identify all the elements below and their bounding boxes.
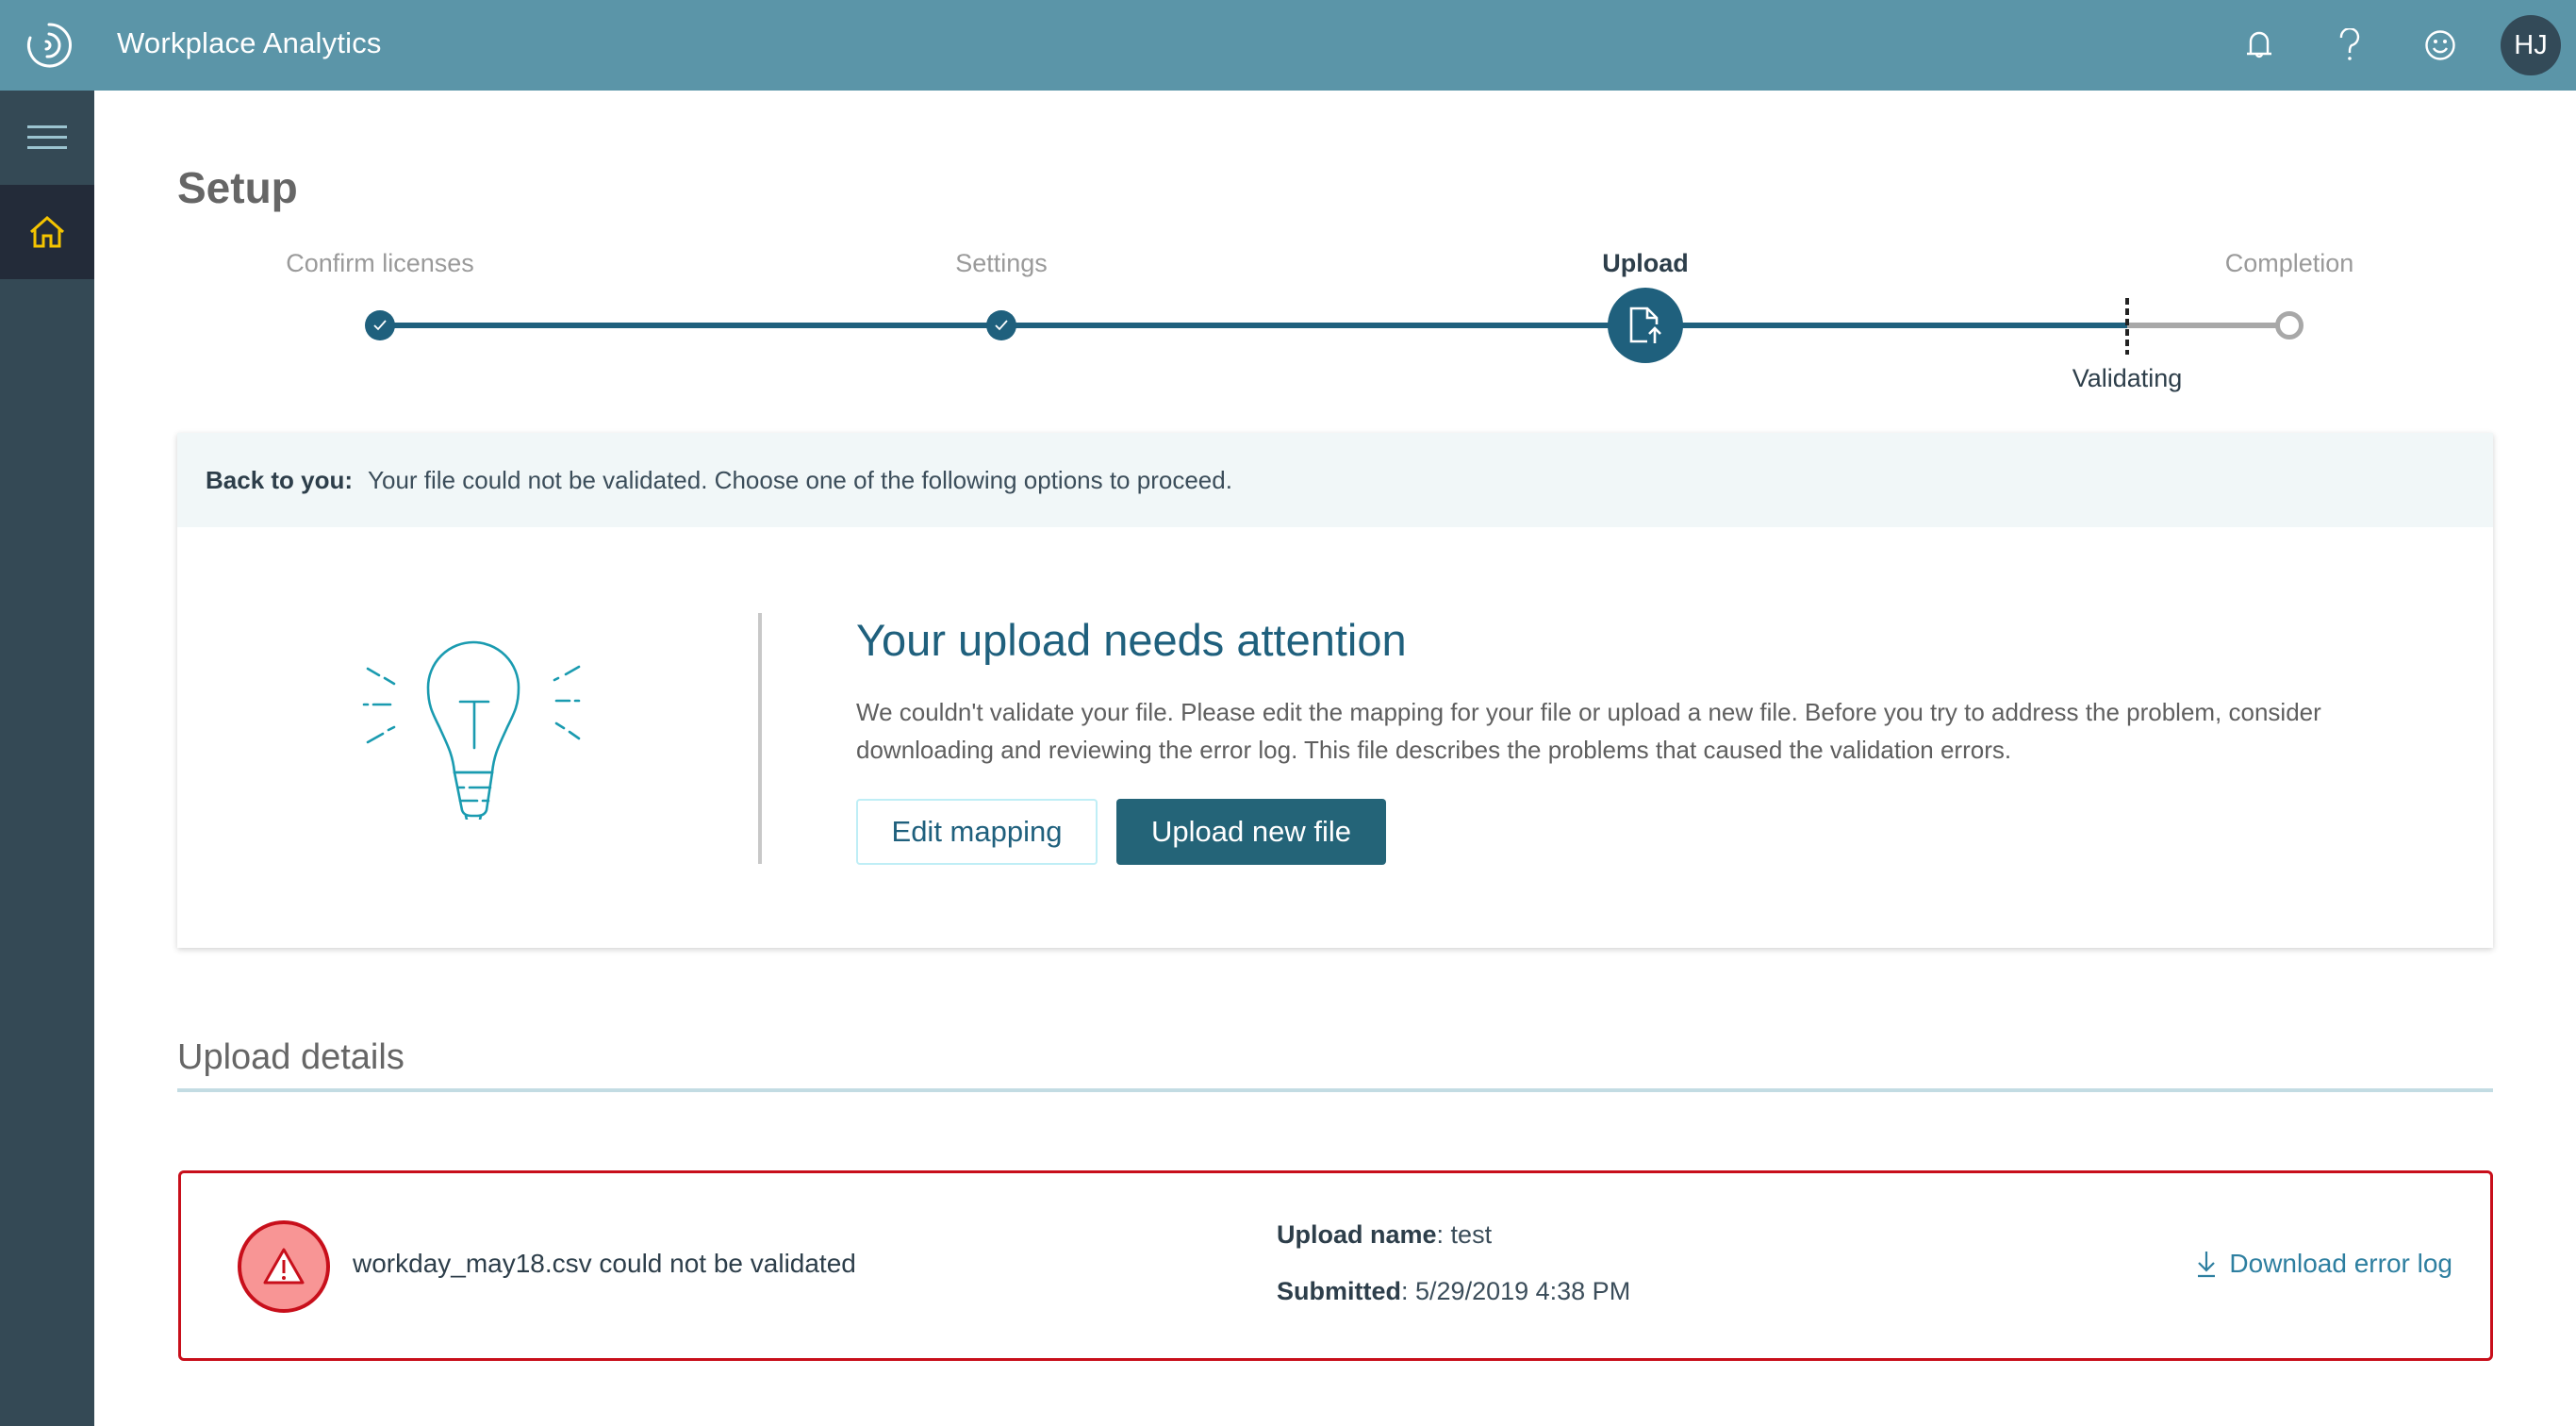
page-title: Setup [177,163,298,212]
file-upload-icon [1629,307,1661,343]
warning-triangle-icon [263,1248,305,1285]
home-icon [30,215,64,248]
help-question-icon[interactable] [2329,25,2370,66]
edit-mapping-button[interactable]: Edit mapping [856,799,1098,865]
step-node-upload [1608,288,1683,363]
banner-message: Your file could not be validated. Choose… [368,465,1232,494]
status-banner: Back to you: Your file could not be vali… [177,433,2493,527]
upload-name-value: test [1450,1220,1493,1249]
step-label-completion: Completion [2224,249,2354,277]
download-icon [2198,1252,2216,1278]
validating-marker [2125,298,2129,355]
upload-new-file-button[interactable]: Upload new file [1116,799,1386,865]
step-label-upload: Upload [1602,249,1689,277]
warning-badge [238,1220,330,1313]
submitted-value: 5/29/2019 4:38 PM [1415,1277,1631,1305]
submitted-row: Submitted: 5/29/2019 4:38 PM [1277,1277,1631,1305]
upload-name-row: Upload name: test [1277,1220,1493,1249]
download-error-log-link[interactable]: Download error log [2195,1249,2452,1279]
banner-prefix: Back to you: [206,465,354,494]
step-node-confirm-licenses [365,310,395,340]
step-label-settings: Settings [955,249,1048,277]
notifications-bell-icon[interactable] [2238,25,2280,66]
section-divider [177,1088,2493,1092]
validating-label: Validating [2072,364,2183,392]
workplace-analytics-logo-icon[interactable] [21,19,74,72]
app-title: Workplace Analytics [117,26,382,59]
upload-details-heading: Upload details [177,1037,405,1077]
attention-title: Your upload needs attention [856,615,1407,665]
top-bar: Workplace Analytics HJ [0,0,2576,91]
attention-description: We couldn't validate your file. Please e… [856,698,2321,764]
error-message: workday_may18.csv could not be validated [353,1249,856,1278]
upload-error-item: workday_may18.csv could not be validated… [178,1170,2493,1361]
checkmark-icon [373,320,387,331]
step-node-settings [986,310,1016,340]
stepper-pending-line [2127,323,2289,328]
user-avatar[interactable]: HJ [2501,15,2561,75]
sidebar [0,91,94,1426]
stepper-progress-line [380,323,2127,328]
hamburger-menu-button[interactable] [0,91,94,185]
download-error-log-label: Download error log [2229,1249,2452,1278]
hamburger-menu-icon [27,125,67,149]
checkmark-icon [995,320,1008,331]
submitted-label: Submitted [1277,1277,1401,1305]
step-node-completion [2275,311,2304,340]
attention-card: Back to you: Your file could not be vali… [177,433,2493,948]
step-label-confirm-licenses: Confirm licenses [286,249,474,277]
feedback-smiley-icon[interactable] [2419,25,2461,66]
sidebar-item-home[interactable] [0,185,94,279]
vertical-divider [758,613,762,864]
lightbulb-icon [362,640,581,820]
upload-name-label: Upload name [1277,1220,1437,1249]
